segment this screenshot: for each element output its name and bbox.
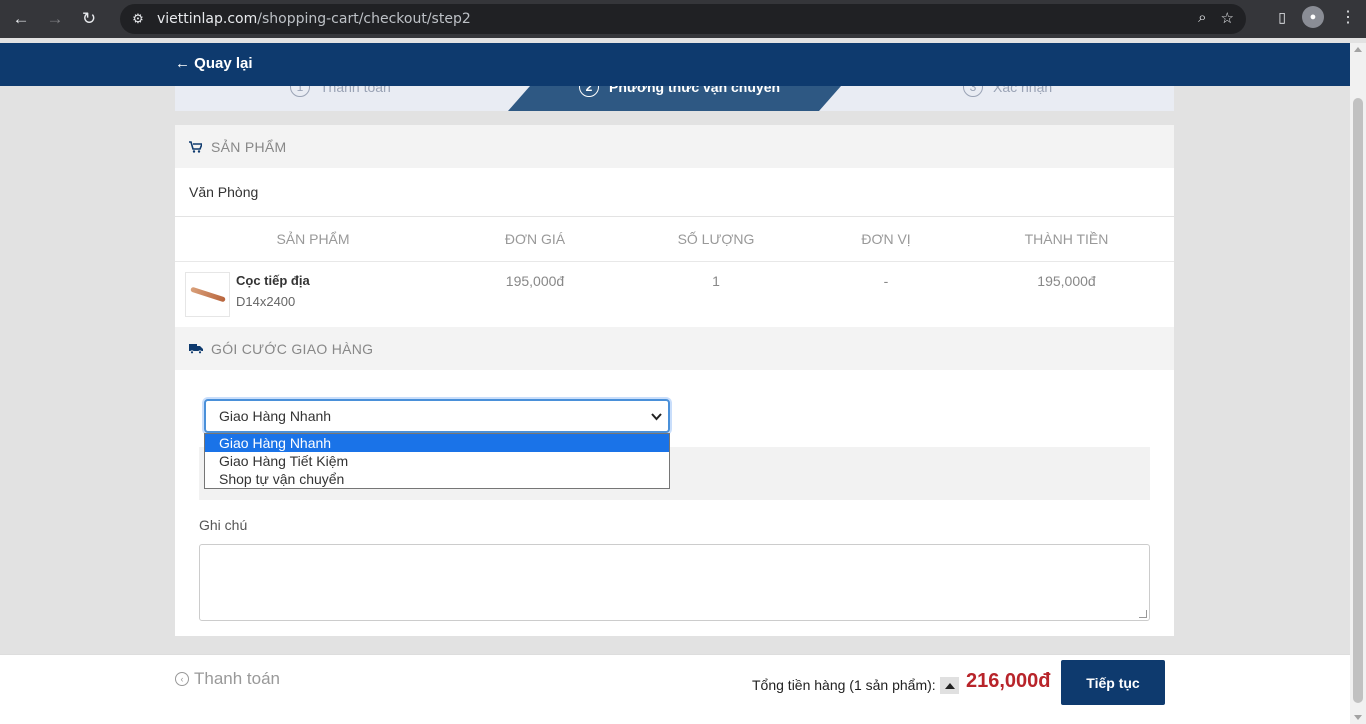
products-section-title: SẢN PHẨM xyxy=(211,138,287,155)
step-number: 3 xyxy=(963,86,983,97)
browser-toolbar: ← → ↻ ⚙ viettinlap.com/shopping-cart/che… xyxy=(0,0,1366,38)
chevron-left-circle-icon: ‹ xyxy=(175,672,189,686)
site-settings-icon[interactable]: ⚙ xyxy=(128,11,148,27)
selected-shipping-option: Giao Hàng Nhanh xyxy=(219,408,332,424)
product-variant: D14x2400 xyxy=(236,294,296,309)
step-label: Thanh toán xyxy=(320,86,391,95)
back-link[interactable]: ← Quay lại xyxy=(175,55,253,72)
column-unit-price: ĐƠN GIÁ xyxy=(504,231,566,247)
caret-up-icon xyxy=(944,682,955,689)
continue-button[interactable]: Tiếp tục xyxy=(1061,660,1165,705)
line-total: 195,000đ xyxy=(1037,273,1096,289)
column-product: SẢN PHẨM xyxy=(276,231,350,247)
address-bar[interactable]: ⚙ viettinlap.com/shopping-cart/checkout/… xyxy=(120,4,1246,34)
back-to-payment-link[interactable]: ‹ Thanh toán xyxy=(175,669,280,689)
scroll-down-icon[interactable] xyxy=(1354,715,1362,720)
column-quantity: SỐ LƯỢNG xyxy=(677,231,755,247)
cart-icon xyxy=(189,140,203,153)
option-giao-hang-nhanh[interactable]: Giao Hàng Nhanh xyxy=(205,434,669,452)
note-textarea[interactable] xyxy=(199,544,1150,621)
url-domain: viettinlap.com xyxy=(157,11,258,27)
column-unit: ĐƠN VỊ xyxy=(861,231,911,247)
unit: - xyxy=(883,273,889,289)
option-giao-hang-tiet-kiem[interactable]: Giao Hàng Tiết Kiệm xyxy=(205,452,669,470)
unit-price: 195,000đ xyxy=(505,273,565,289)
step-shipping-method[interactable]: 2 Phương thức vận chuyển xyxy=(579,86,780,97)
product-thumbnail[interactable] xyxy=(185,272,230,317)
column-total: THÀNH TIỀN xyxy=(1024,231,1109,247)
forward-arrow-icon[interactable]: → xyxy=(42,6,68,32)
site-header: ← Quay lại xyxy=(0,43,1350,86)
shipping-body: Giao Hàng Nhanh Giao Hàng Nhanh Giao Hàn… xyxy=(175,370,1174,621)
checkout-card: SẢN PHẨM Văn Phòng SẢN PHẨM ĐƠN GIÁ SỐ L… xyxy=(175,125,1174,636)
quantity: 1 xyxy=(712,273,720,289)
step-number: 2 xyxy=(579,86,599,97)
product-name[interactable]: Cọc tiếp địa xyxy=(236,273,310,288)
product-table-header: SẢN PHẨM ĐƠN GIÁ SỐ LƯỢNG ĐƠN VỊ THÀNH T… xyxy=(175,217,1174,262)
back-arrow-icon[interactable]: ← xyxy=(8,6,34,32)
shipping-options-list: Giao Hàng Nhanh Giao Hàng Tiết Kiệm Shop… xyxy=(204,433,670,489)
side-panel-icon[interactable]: ▯ xyxy=(1278,9,1286,26)
page-scrollbar[interactable] xyxy=(1350,43,1366,724)
step-confirm[interactable]: 3 Xác nhận xyxy=(963,86,1052,97)
products-section-header: SẢN PHẨM xyxy=(175,125,1174,168)
shipping-section-title: GÓI CƯỚC GIAO HÀNG xyxy=(211,340,374,357)
option-shop-tu-van-chuyen[interactable]: Shop tự vận chuyển xyxy=(205,470,669,488)
step-payment[interactable]: 1 Thanh toán xyxy=(290,86,391,97)
checkout-steps: 1 Thanh toán 2 Phương thức vận chuyển 3 … xyxy=(175,86,1174,111)
step-label: Xác nhận xyxy=(993,86,1053,95)
shipping-package-select[interactable]: Giao Hàng Nhanh xyxy=(204,399,670,433)
product-cell: Cọc tiếp địa D14x2400 xyxy=(175,272,451,317)
step-number: 1 xyxy=(290,86,310,97)
zoom-icon[interactable]: ⌕ xyxy=(1198,9,1206,27)
total-amount: 216,000đ xyxy=(966,670,1051,692)
back-to-payment-label: Thanh toán xyxy=(194,669,281,688)
url-path: /shopping-cart/checkout/step2 xyxy=(257,11,471,27)
scroll-up-icon[interactable] xyxy=(1354,47,1362,52)
total-label: Tổng tiền hàng (1 sản phẩm): xyxy=(752,677,936,693)
note-label: Ghi chú xyxy=(199,517,248,533)
shop-name: Văn Phòng xyxy=(175,168,1174,217)
scrollbar-thumb[interactable] xyxy=(1353,98,1363,703)
bookmark-star-icon[interactable]: ☆ xyxy=(1221,9,1234,27)
menu-dots-icon[interactable]: ⋮ xyxy=(1340,7,1356,27)
reload-icon[interactable]: ↻ xyxy=(76,6,102,32)
shipping-section-header: GÓI CƯỚC GIAO HÀNG xyxy=(175,327,1174,370)
expand-summary-toggle[interactable] xyxy=(940,677,959,694)
address-url[interactable]: viettinlap.com/shopping-cart/checkout/st… xyxy=(157,11,471,27)
checkout-footer: ‹ Thanh toán Tổng tiền hàng (1 sản phẩm)… xyxy=(0,654,1350,724)
profile-avatar[interactable]: ● xyxy=(1302,6,1324,28)
resize-handle[interactable] xyxy=(1139,610,1147,618)
chevron-down-icon xyxy=(651,410,662,424)
step-label: Phương thức vận chuyển xyxy=(609,86,781,95)
table-row: Cọc tiếp địa D14x2400 195,000đ 1 - 195,0… xyxy=(175,262,1174,327)
truck-icon xyxy=(189,343,203,355)
